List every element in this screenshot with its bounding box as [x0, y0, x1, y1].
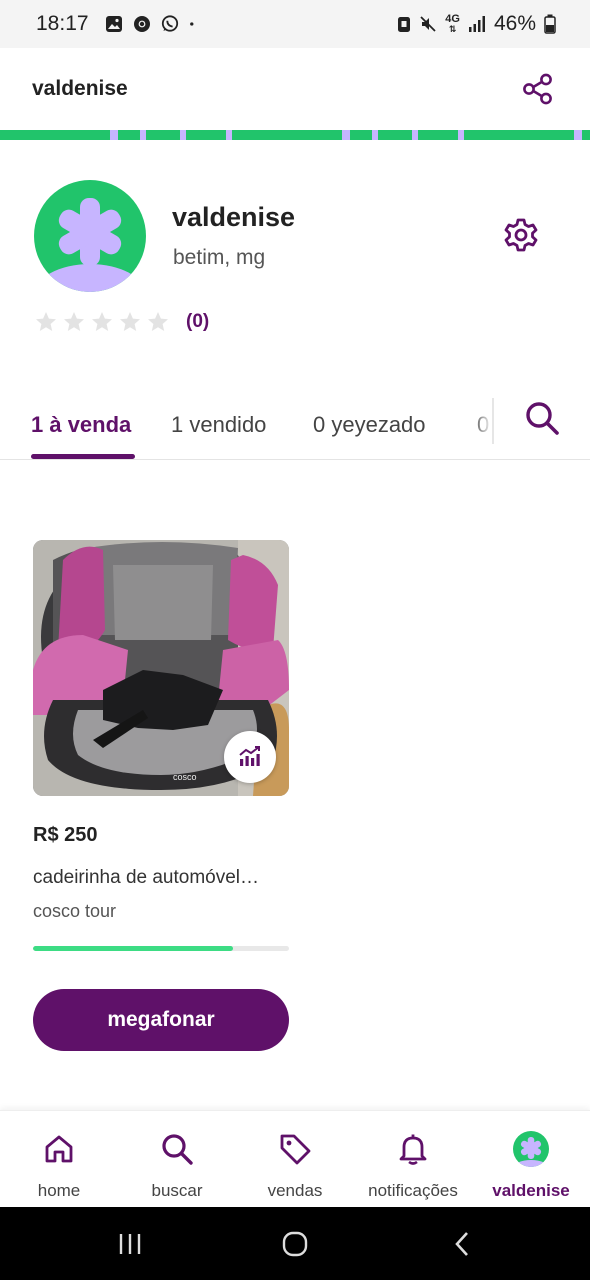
home-system-button[interactable] [275, 1229, 315, 1259]
whatsapp-icon [161, 15, 178, 32]
avatar [513, 1131, 549, 1167]
recents-button[interactable] [110, 1229, 150, 1259]
gear-icon [504, 218, 538, 252]
rating[interactable]: (0) [34, 310, 209, 334]
nav-sales-label: vendas [267, 1181, 323, 1200]
tab-sold[interactable]: 1 vendido [171, 412, 266, 438]
nav-search[interactable]: buscar [118, 1111, 236, 1208]
insights-button[interactable] [224, 731, 276, 783]
signal-icon [468, 16, 485, 32]
megafonar-button[interactable]: megafonar [33, 989, 289, 1051]
active-tab-indicator [31, 454, 135, 459]
dot-icon [189, 22, 194, 26]
avatar[interactable] [34, 180, 146, 292]
home-icon [45, 1135, 73, 1163]
product-title[interactable]: cadeirinha de automóvel… [33, 867, 289, 889]
bottom-nav: home buscar vendas notificações valdenis… [0, 1110, 590, 1207]
product-card[interactable]: cosco R$ 250 cadeirinha de automóvel… co… [33, 540, 289, 1051]
nav-search-label: buscar [151, 1181, 203, 1200]
system-nav-bar [0, 1207, 590, 1280]
profile-header: valdenise betim, mg (0) [34, 178, 556, 348]
share-button[interactable] [518, 69, 558, 109]
gallery-icon [105, 16, 122, 32]
recents-icon [119, 1234, 141, 1254]
network-type: 4G ⇅ [445, 14, 460, 34]
search-icon [162, 1134, 193, 1165]
chevron-left-icon [455, 1232, 468, 1256]
settings-button[interactable] [502, 216, 540, 254]
network-arrows: ⇅ [448, 24, 457, 34]
battery-icon [544, 14, 556, 34]
tag-icon [280, 1134, 311, 1165]
top-app-bar: valdenise [0, 48, 590, 130]
nav-sales[interactable]: vendas [236, 1111, 354, 1208]
rating-count: (0) [186, 311, 210, 332]
tabs-fade [472, 392, 492, 458]
profile-tabs: 1 à venda 1 vendido 0 yeyezado 0 [0, 392, 590, 460]
chrome-icon [133, 16, 150, 32]
search-listings-button[interactable] [522, 398, 562, 438]
asterisk-logo-icon [513, 1137, 549, 1167]
product-image[interactable]: cosco [33, 540, 289, 796]
back-button[interactable] [442, 1229, 482, 1259]
star-icon [36, 312, 56, 331]
chart-trend-icon [239, 746, 260, 766]
mute-vibrate-icon [420, 16, 436, 32]
app-bar-title: valdenise [32, 77, 128, 100]
home-circle-icon [282, 1231, 308, 1257]
share-icon [523, 73, 552, 105]
star-icon [64, 312, 84, 331]
nav-notifications[interactable]: notificações [354, 1111, 472, 1208]
listing-progress-bar [33, 946, 289, 951]
product-image-brand: cosco [173, 772, 197, 782]
profile-name: valdenise [172, 202, 296, 232]
profile-location: betim, mg [173, 246, 266, 269]
star-icon [120, 312, 140, 331]
product-price: R$ 250 [33, 824, 98, 846]
nav-home-label: home [37, 1181, 81, 1200]
nav-profile[interactable]: valdenise [472, 1111, 590, 1208]
nav-home[interactable]: home [0, 1111, 118, 1208]
nav-notifications-label: notificações [368, 1181, 458, 1200]
bell-icon [399, 1134, 427, 1165]
data-saver-icon [398, 17, 411, 32]
listing-progress-fill [33, 946, 233, 951]
tab-for-sale[interactable]: 1 à venda [31, 412, 131, 438]
nav-profile-label: valdenise [492, 1181, 570, 1200]
status-bar: 18:17 4G ⇅ 46% [0, 0, 590, 48]
battery-percent: 46% [493, 12, 536, 35]
status-time: 18:17 [36, 12, 89, 35]
star-icon [92, 312, 112, 331]
brand-stripe [0, 130, 590, 140]
tabs-divider [492, 398, 494, 444]
product-brand: cosco tour [33, 901, 117, 921]
tab-yeyezado[interactable]: 0 yeyezado [313, 412, 426, 438]
star-icon [148, 312, 168, 331]
search-icon [526, 402, 559, 435]
